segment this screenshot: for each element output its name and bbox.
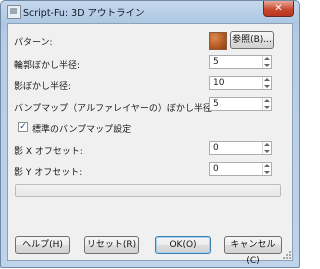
ok-button[interactable]: OK(O)	[155, 236, 211, 254]
browse-button[interactable]: 参照(B)...	[230, 31, 274, 49]
close-icon: ✕	[274, 3, 283, 14]
shadow-blur-spinbox[interactable]: 10	[209, 76, 272, 90]
arrow-up-icon[interactable]	[264, 99, 270, 102]
shadow-blur-label: 影ぼかし半径:	[14, 82, 72, 92]
arrow-down-icon[interactable]	[264, 106, 270, 109]
shadow-y-offset-value: 0	[213, 164, 219, 174]
arrow-up-icon[interactable]	[264, 78, 270, 81]
arrow-down-icon[interactable]	[264, 171, 270, 174]
cancel-button[interactable]: キャンセル(C)	[224, 236, 282, 266]
shadow-y-offset-stepper[interactable]	[262, 163, 271, 175]
shadow-y-offset-label: 影 Y オフセット:	[14, 168, 83, 178]
default-bumpmap-label[interactable]: 標準のバンプマップ設定	[32, 122, 131, 135]
bumpmap-blur-stepper[interactable]	[262, 98, 271, 110]
shadow-x-offset-stepper[interactable]	[262, 142, 271, 154]
progress-bar	[15, 184, 281, 197]
window-title: Script-Fu: 3D アウトライン	[23, 8, 145, 19]
checkmark-icon: ✓	[19, 122, 27, 132]
default-bumpmap-checkbox[interactable]: ✓	[18, 122, 28, 132]
arrow-up-icon[interactable]	[264, 57, 270, 60]
resize-grip-icon[interactable]	[281, 249, 291, 259]
arrow-up-icon[interactable]	[264, 164, 270, 167]
outline-blur-stepper[interactable]	[262, 56, 271, 68]
arrow-down-icon[interactable]	[264, 85, 270, 88]
bumpmap-blur-spinbox[interactable]: 5	[209, 97, 272, 111]
title-bar[interactable]: Script-Fu: 3D アウトライン ✕	[1, 1, 299, 23]
bumpmap-blur-label: バンプマップ（アルファレイヤーの）ぼかし半径:	[14, 104, 215, 114]
arrow-up-icon[interactable]	[264, 143, 270, 146]
shadow-blur-value: 10	[213, 78, 225, 88]
close-button[interactable]: ✕	[263, 1, 294, 17]
shadow-y-offset-spinbox[interactable]: 0	[209, 162, 272, 176]
outline-blur-label: 輪郭ぼかし半径:	[14, 61, 81, 71]
shadow-x-offset-value: 0	[213, 143, 219, 153]
pattern-label: パターン:	[14, 38, 53, 48]
shadow-blur-stepper[interactable]	[262, 77, 271, 89]
help-button[interactable]: ヘルプ(H)	[15, 236, 70, 254]
outline-blur-spinbox[interactable]: 5	[209, 55, 272, 69]
dialog-body: パターン: 参照(B)... 輪郭ぼかし半径: 5 影ぼかし半径: 10 バンプ…	[7, 23, 293, 266]
shadow-x-offset-spinbox[interactable]: 0	[209, 141, 272, 155]
pattern-swatch-icon[interactable]	[209, 32, 227, 50]
shadow-x-offset-label: 影 X オフセット:	[14, 147, 83, 157]
reset-button[interactable]: リセット(R)	[84, 236, 139, 254]
bumpmap-blur-value: 5	[213, 99, 219, 109]
arrow-down-icon[interactable]	[264, 64, 270, 67]
arrow-down-icon[interactable]	[264, 150, 270, 153]
script-fu-icon	[7, 5, 21, 19]
outline-blur-value: 5	[213, 57, 219, 67]
dialog-window: Script-Fu: 3D アウトライン ✕ パターン: 参照(B)... 輪郭…	[0, 0, 300, 268]
